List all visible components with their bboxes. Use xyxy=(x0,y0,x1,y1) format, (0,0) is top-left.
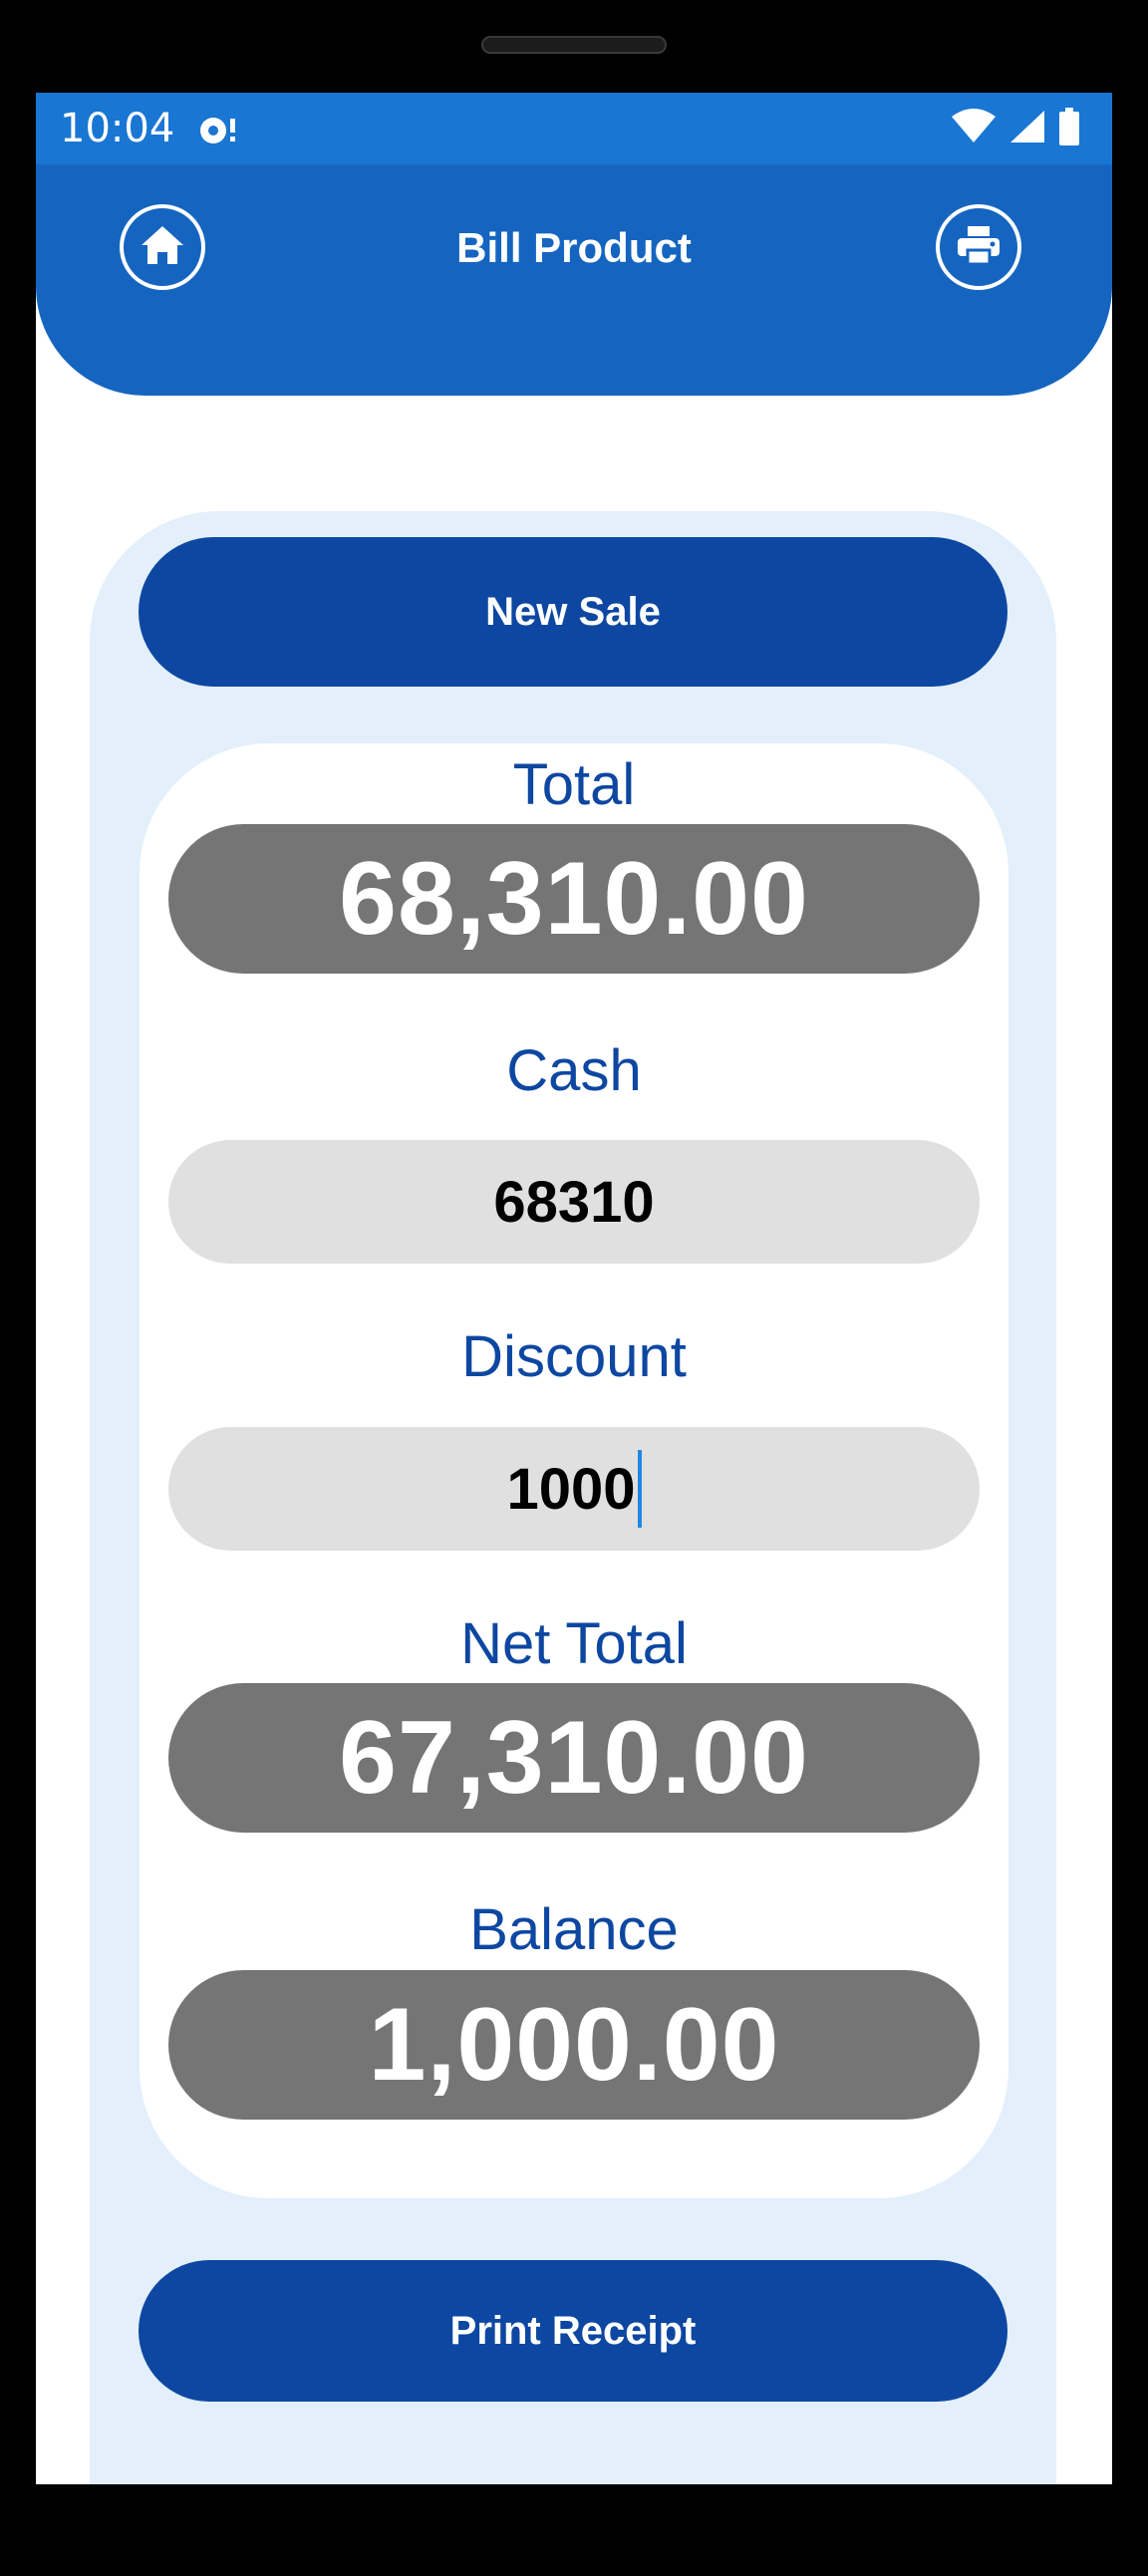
text-cursor xyxy=(637,1450,642,1528)
print-receipt-button[interactable]: Print Receipt xyxy=(139,2260,1007,2402)
balance-value: 1,000.00 xyxy=(168,1970,980,2120)
cash-input[interactable]: 68310 xyxy=(168,1140,980,1264)
signal-icon xyxy=(1008,109,1046,149)
discount-label: Discount xyxy=(461,1324,687,1389)
net-total-label: Net Total xyxy=(460,1611,688,1676)
battery-icon xyxy=(1058,107,1080,150)
print-icon xyxy=(956,224,1002,271)
discount-input[interactable]: 1000 xyxy=(168,1427,980,1551)
wifi-icon xyxy=(951,108,997,149)
status-icons xyxy=(951,107,1080,150)
total-value: 68,310.00 xyxy=(168,824,980,974)
net-total-value: 67,310.00 xyxy=(168,1683,980,1833)
new-sale-button[interactable]: New Sale xyxy=(139,537,1007,687)
print-button[interactable] xyxy=(936,204,1021,290)
phone-screen: 10:04 Bill Product New Sale Total 68,310… xyxy=(36,93,1112,2484)
status-time: 10:04 xyxy=(60,106,175,151)
cash-label: Cash xyxy=(506,1038,642,1103)
phone-speaker xyxy=(481,36,667,54)
cash-input-value: 68310 xyxy=(493,1169,655,1235)
status-bar: 10:04 xyxy=(36,93,1112,164)
balance-label: Balance xyxy=(469,1897,679,1962)
notification-icon xyxy=(197,109,239,148)
total-label: Total xyxy=(512,752,636,817)
discount-input-value: 1000 xyxy=(506,1456,636,1522)
